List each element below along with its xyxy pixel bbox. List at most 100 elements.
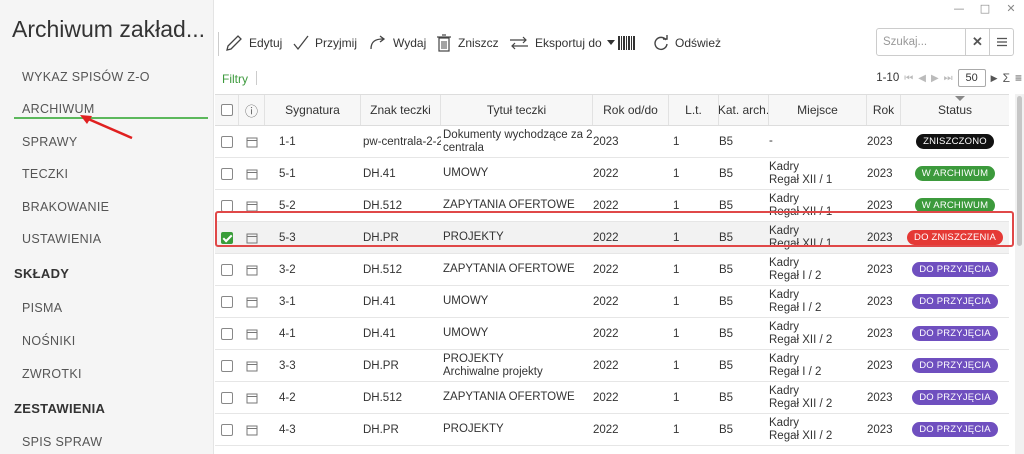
barcode-button[interactable] <box>617 28 637 58</box>
header-lt[interactable]: L.t. <box>669 95 719 125</box>
table-row[interactable]: 4-1 DH.41 UMOWY 2022 1 B5 Kadry Regał XII / 2 20… <box>215 318 1009 350</box>
sidebar-item-teczki[interactable]: TECZKI <box>22 167 68 181</box>
scrollbar-thumb[interactable] <box>1017 96 1022 246</box>
row-checkbox[interactable] <box>221 391 233 404</box>
cell-miejsce-line2: Regał I / 2 <box>769 301 822 314</box>
page-size-arrow-icon[interactable]: ▶ <box>991 73 998 84</box>
table-row[interactable]: 5-1 DH.41 UMOWY 2022 1 B5 Kadry Regał XII / 1 20… <box>215 158 1009 190</box>
table-row[interactable]: 3-3 DH.PR PROJEKTY Archiwalne projekty 2022 1… <box>215 350 1009 382</box>
selected-row-highlight <box>215 211 1014 247</box>
row-checkbox-cell[interactable] <box>221 126 239 157</box>
cell-znak: DH.512 <box>363 391 402 404</box>
sidebar-item-nosniki[interactable]: NOŚNIKI <box>22 334 76 348</box>
table-row[interactable]: 3-2 DH.512 ZAPYTANIA OFERTOWE 2022 1 B5 Kadry R… <box>215 254 1009 286</box>
pager: 1-10 ⏮ ◀ ▶ ⏭ 50 ▶ Σ ≡ <box>876 68 1024 88</box>
cell-tytul: UMOWY <box>443 318 593 349</box>
cell-znak: DH.41 <box>363 167 396 180</box>
cell-tytul: PROJEKTY Archiwalne projekty <box>443 350 593 381</box>
table-row[interactable]: 4-2 DH.512 ZAPYTANIA OFERTOWE 2022 1 B5 Kadry R… <box>215 382 1009 414</box>
row-checkbox[interactable] <box>221 167 233 180</box>
sidebar-item-spis-spraw[interactable]: SPIS SPRAW <box>22 435 102 449</box>
destroy-button[interactable]: Zniszcz <box>435 28 499 58</box>
first-page-icon[interactable]: ⏮ <box>904 73 913 84</box>
cell-tytul: UMOWY <box>443 286 593 317</box>
page-size-input[interactable]: 50 <box>957 69 986 87</box>
header-znak[interactable]: Znak teczki <box>361 95 441 125</box>
issue-button[interactable]: Wydaj <box>368 28 426 58</box>
row-checkbox[interactable] <box>221 199 233 212</box>
accept-label: Przyjmij <box>315 36 357 50</box>
accept-button[interactable]: Przyjmij <box>292 28 357 58</box>
hamburger-menu-icon[interactable] <box>989 29 1013 55</box>
search-input[interactable] <box>877 29 965 55</box>
cell-lt: 1 <box>673 295 680 308</box>
cell-lt: 1 <box>673 263 680 276</box>
last-page-icon[interactable]: ⏭ <box>944 73 953 84</box>
cell-sygnatura: 3-2 <box>279 263 296 276</box>
row-checkbox-cell[interactable] <box>221 254 239 285</box>
row-checkbox-cell[interactable] <box>221 158 239 189</box>
caret-down-icon <box>606 40 615 45</box>
row-checkbox[interactable] <box>221 263 233 276</box>
cell-rok: 2023 <box>867 327 893 340</box>
row-checkbox-cell[interactable] <box>221 350 239 381</box>
columns-menu-icon[interactable]: ≡ <box>1015 71 1024 85</box>
minimize-button[interactable]: — <box>946 0 972 20</box>
table-header: ⓘ Sygnatura Znak teczki Tytuł teczki Rok… <box>215 94 1009 126</box>
check-icon <box>293 35 309 51</box>
row-checkbox-cell[interactable] <box>221 286 239 317</box>
next-page-icon[interactable]: ▶ <box>931 73 939 84</box>
header-miejsce[interactable]: Miejsce <box>769 95 867 125</box>
edit-label: Edytuj <box>249 36 283 50</box>
clear-search-icon[interactable]: ✕ <box>965 29 989 55</box>
cell-rok: 2023 <box>867 391 893 404</box>
cell-kat: B5 <box>719 327 734 340</box>
edit-button[interactable]: Edytuj <box>224 28 282 58</box>
refresh-button[interactable]: Odśwież <box>652 28 721 58</box>
row-checkbox[interactable] <box>221 327 233 340</box>
header-select-all[interactable] <box>215 95 239 125</box>
folder-icon <box>246 286 262 317</box>
prev-page-icon[interactable]: ◀ <box>918 73 926 84</box>
header-sygnatura[interactable]: Sygnatura <box>265 95 361 125</box>
cell-rok-od-do: 2022 <box>593 327 619 340</box>
cell-znak: DH.512 <box>363 263 402 276</box>
row-checkbox[interactable] <box>221 359 233 372</box>
section-zestawienia: ZESTAWIENIA <box>14 401 106 416</box>
close-button[interactable]: ✕ <box>998 0 1024 20</box>
sidebar-item-sprawy[interactable]: SPRAWY <box>22 135 78 149</box>
header-rok[interactable]: Rok <box>867 95 901 125</box>
sidebar-item-wykaz[interactable]: WYKAZ SPISÓW Z-O <box>22 70 150 84</box>
sidebar-item-ustawienia[interactable]: USTAWIENIA <box>22 232 101 246</box>
annotation-arrow-icon <box>80 115 133 140</box>
table-row[interactable]: 4-3 DH.PR PROJEKTY 2022 1 B5 Kadry Regał XII / … <box>215 414 1009 446</box>
cell-lt: 1 <box>673 167 680 180</box>
maximize-button[interactable]: □ <box>972 0 998 20</box>
header-rok-od-do[interactable]: Rok od/do <box>593 95 669 125</box>
table-row[interactable]: 3-1 DH.41 UMOWY 2022 1 B5 Kadry Regał I / 2 2023… <box>215 286 1009 318</box>
sidebar-item-zwrotki[interactable]: ZWROTKI <box>22 367 82 381</box>
sum-icon[interactable]: Σ <box>1003 71 1010 85</box>
row-checkbox-cell[interactable] <box>221 414 239 445</box>
cell-sygnatura: 5-1 <box>279 167 296 180</box>
select-all-checkbox[interactable] <box>220 104 233 116</box>
sidebar-item-brakowanie[interactable]: BRAKOWANIE <box>22 200 109 214</box>
header-kat[interactable]: Kat. arch. <box>719 95 769 125</box>
row-checkbox[interactable] <box>221 135 233 148</box>
row-checkbox-cell[interactable] <box>221 382 239 413</box>
table-row[interactable]: 1-1 pw-centrala-2-20 Dokumenty wychodzące … <box>215 126 1009 158</box>
export-dropdown[interactable]: Eksportuj do <box>508 28 615 58</box>
cell-miejsce-line1: Kadry <box>769 416 800 429</box>
cell-tytul-line2: Archiwalne projekty <box>443 365 543 378</box>
cell-rok: 2023 <box>867 295 893 308</box>
filters-link[interactable]: Filtry <box>222 72 248 86</box>
folder-icon <box>246 254 262 285</box>
row-checkbox[interactable] <box>221 423 233 436</box>
row-checkbox-cell[interactable] <box>221 318 239 349</box>
header-tytul[interactable]: Tytuł teczki <box>441 95 593 125</box>
app-window: — □ ✕ Archiwum zakład... WYKAZ SPISÓW Z-… <box>0 0 1024 454</box>
row-checkbox[interactable] <box>221 295 233 308</box>
cell-sygnatura: 4-2 <box>279 391 296 404</box>
folder-icon <box>246 126 262 157</box>
sidebar-item-pisma[interactable]: PISMA <box>22 301 62 315</box>
